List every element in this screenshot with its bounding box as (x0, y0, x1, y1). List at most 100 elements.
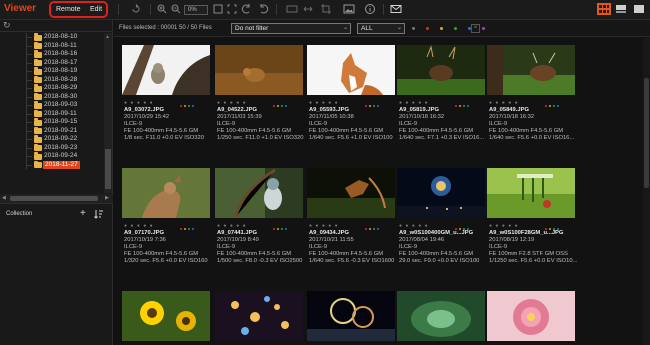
single-view-icon[interactable] (632, 3, 646, 15)
photo-thumbnail[interactable] (122, 291, 210, 341)
photo-thumbnail[interactable] (215, 168, 303, 218)
scroll-left-icon[interactable]: ◀ (2, 195, 6, 201)
folder-tree-item[interactable]: 2018-08-16 (0, 50, 104, 59)
collection-header: Collection + (0, 203, 113, 225)
zoom-out-icon[interactable] (170, 3, 182, 15)
folder-tree-item[interactable]: 2018-09-15 (0, 118, 104, 127)
photo-filename: A9_w0S100F28GM_u...JPG (489, 230, 564, 236)
thumbnail-view-icon[interactable] (597, 3, 611, 15)
tree-connector (26, 79, 32, 81)
tree-connector (26, 45, 32, 47)
folder-tree-item[interactable]: 2018-09-11 (0, 109, 104, 118)
photo-date: 2017/10/29 15:42 (124, 114, 170, 120)
fit-screen-icon[interactable] (212, 3, 224, 15)
folder-tree-item[interactable]: 2018-09-03 (0, 101, 104, 110)
preview-view-icon[interactable] (614, 3, 628, 15)
photo-date: 2017/10/18 16:32 (489, 114, 535, 120)
photo-thumbnail[interactable] (307, 45, 395, 95)
photo-metadata: A9_05593.JPG 2017/11/05 10:38 ILCE-9 FE 100… (309, 107, 401, 142)
info-icon[interactable] (364, 3, 376, 15)
refresh-icon[interactable]: ↻ (3, 20, 11, 31)
photo-date: 2017/10/19 8:49 (217, 237, 259, 243)
photo-thumbnail[interactable] (122, 168, 210, 218)
photo-thumbnail[interactable] (397, 291, 485, 341)
photo-filename: A9_03072.JPG (124, 107, 164, 113)
folder-tree-scrollbar[interactable]: ▲ (104, 33, 112, 193)
folder-tree-item[interactable]: 2018-08-19 (0, 67, 104, 76)
add-collection-icon[interactable]: + (80, 208, 86, 220)
collection-label: Collection (6, 211, 33, 217)
folder-tree-item[interactable]: 2018-08-17 (0, 58, 104, 67)
rating-stars[interactable]: ● ● ● ● ● (124, 223, 154, 229)
rating-stars[interactable]: ● ● ● ● ● (309, 100, 339, 106)
photo-thumbnail[interactable] (122, 45, 210, 95)
photo-thumbnail[interactable] (487, 45, 575, 95)
rating-stars[interactable]: ● ● ● ● ● (489, 223, 519, 229)
photo-exposure: 1/1250 sec. F5.6 +0.0 EV ISO10... (489, 258, 578, 264)
photo-thumbnail[interactable] (487, 291, 575, 341)
color-filter-none[interactable] (412, 27, 415, 30)
resize-icon[interactable] (302, 3, 314, 15)
rating-stars[interactable]: ● ● ● ● ● (399, 100, 429, 106)
rating-select[interactable]: ALL ⌄ (357, 23, 405, 34)
rating-stars[interactable]: ● ● ● ● ● (217, 100, 247, 106)
compare-icon[interactable] (286, 3, 298, 15)
photo-camera: ILCE-9 (124, 121, 143, 127)
folder-tree-item[interactable]: 2018-09-24 (0, 152, 104, 161)
zoom-level-field[interactable]: 0% (184, 5, 208, 15)
filter-select[interactable]: Do not filter ⌄ (231, 23, 351, 34)
photo-thumbnail[interactable] (307, 168, 395, 218)
folder-tree-item[interactable]: 2018-08-29 (0, 84, 104, 93)
color-filter-purple[interactable] (482, 27, 485, 30)
photo-thumbnail[interactable] (215, 291, 303, 341)
grid-scrollbar[interactable] (643, 38, 650, 345)
crop-icon[interactable] (320, 3, 332, 15)
photo-thumbnail[interactable] (307, 291, 395, 341)
rating-stars[interactable]: ● ● ● ● ● (217, 223, 247, 229)
rating-stars[interactable]: ● ● ● ● ● (399, 223, 429, 229)
filter-select-value: Do not filter (235, 25, 269, 32)
photo-date: 2017/11/03 15:39 (217, 114, 262, 120)
folder-tree-item[interactable]: 2018-09-23 (0, 143, 104, 152)
scroll-up-icon[interactable]: ▲ (105, 34, 110, 40)
edit-button[interactable]: Edit (90, 6, 102, 13)
grid-scrollbar-thumb[interactable] (644, 78, 649, 188)
folder-tree-item[interactable]: 2018-09-22 (0, 135, 104, 144)
scrollbar-thumb[interactable] (105, 149, 111, 189)
folder-tree-item[interactable]: 2018-08-28 (0, 75, 104, 84)
folder-tree-item[interactable]: 2018-08-11 (0, 41, 104, 50)
color-filter-red[interactable] (426, 27, 429, 30)
photo-thumbnail[interactable] (215, 45, 303, 95)
sort-icon[interactable] (94, 208, 104, 224)
photo-thumbnail[interactable] (487, 168, 575, 218)
hscrollbar-thumb[interactable] (10, 196, 98, 201)
rotate-left-icon[interactable] (241, 3, 253, 15)
scroll-right-icon[interactable]: ▶ (105, 195, 109, 201)
image-icon[interactable] (343, 3, 355, 15)
folder-icon (34, 143, 42, 151)
zoom-in-icon[interactable] (156, 3, 168, 15)
folder-label: 2018-08-30 (44, 92, 78, 100)
mail-icon[interactable] (390, 3, 402, 15)
photo-thumbnail[interactable] (397, 168, 485, 218)
folder-icon (34, 75, 42, 83)
color-filter-green[interactable] (454, 27, 457, 30)
clear-filter-icon[interactable]: × (471, 24, 480, 33)
actual-size-icon[interactable] (226, 3, 238, 15)
folder-tree-item[interactable]: 2018-08-10 (0, 33, 104, 42)
remote-button[interactable]: Remote (56, 6, 81, 13)
color-filter-yellow[interactable] (440, 27, 443, 30)
photo-lens: FE 100-400mm F4.5-5.6 GM (124, 251, 199, 257)
folder-tree: 2018-08-10 2018-08-11 2018-08-16 2018-08-17… (0, 33, 104, 193)
folder-tree-item[interactable]: 2018-09-21 (0, 126, 104, 135)
rating-stars[interactable]: ● ● ● ● ● (489, 100, 519, 106)
rating-stars[interactable]: ● ● ● ● ● (309, 223, 339, 229)
folder-tree-hscrollbar[interactable]: ◀ ▶ (0, 194, 113, 203)
photo-thumbnail[interactable] (397, 45, 485, 95)
photo-filename: A9_07441.JPG (217, 230, 257, 236)
folder-tree-item[interactable]: 2018-11-27 (0, 160, 104, 169)
rating-stars[interactable]: ● ● ● ● ● (124, 100, 154, 106)
folder-tree-item[interactable]: 2018-08-30 (0, 92, 104, 101)
rotate-right-icon[interactable] (257, 3, 269, 15)
rotate-icon[interactable] (130, 3, 142, 15)
